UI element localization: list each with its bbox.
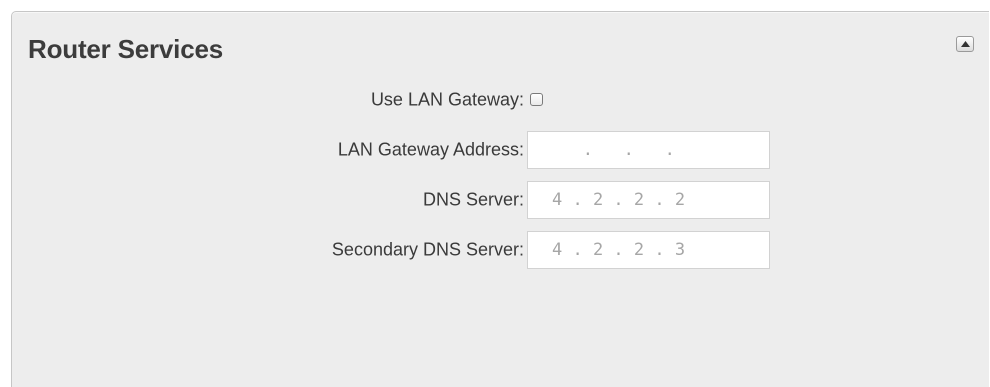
triangle-up-icon <box>961 41 970 47</box>
panel-title: Router Services <box>28 34 223 64</box>
use-lan-gateway-label: Use LAN Gateway: <box>370 89 524 110</box>
lan-gateway-address-label: LAN Gateway Address: <box>337 139 524 160</box>
dns-server-label: DNS Server: <box>422 189 524 210</box>
lan-gateway-address-input[interactable]: . . . <box>527 131 770 169</box>
use-lan-gateway-row: Use LAN Gateway: <box>12 82 990 118</box>
secondary-dns-server-input[interactable]: 4 . 2 . 2 . 3 <box>527 231 770 269</box>
lan-gateway-address-row: LAN Gateway Address: . . . <box>12 131 990 169</box>
collapse-button[interactable] <box>956 36 974 52</box>
dns-server-row: DNS Server: 4 . 2 . 2 . 2 <box>12 181 990 219</box>
secondary-dns-server-label: Secondary DNS Server: <box>331 239 524 260</box>
use-lan-gateway-checkbox[interactable] <box>530 93 543 106</box>
dns-server-input[interactable]: 4 . 2 . 2 . 2 <box>527 181 770 219</box>
router-services-panel: Router Services Use LAN Gateway: LAN Gat… <box>11 11 989 387</box>
secondary-dns-server-row: Secondary DNS Server: 4 . 2 . 2 . 3 <box>12 231 990 269</box>
